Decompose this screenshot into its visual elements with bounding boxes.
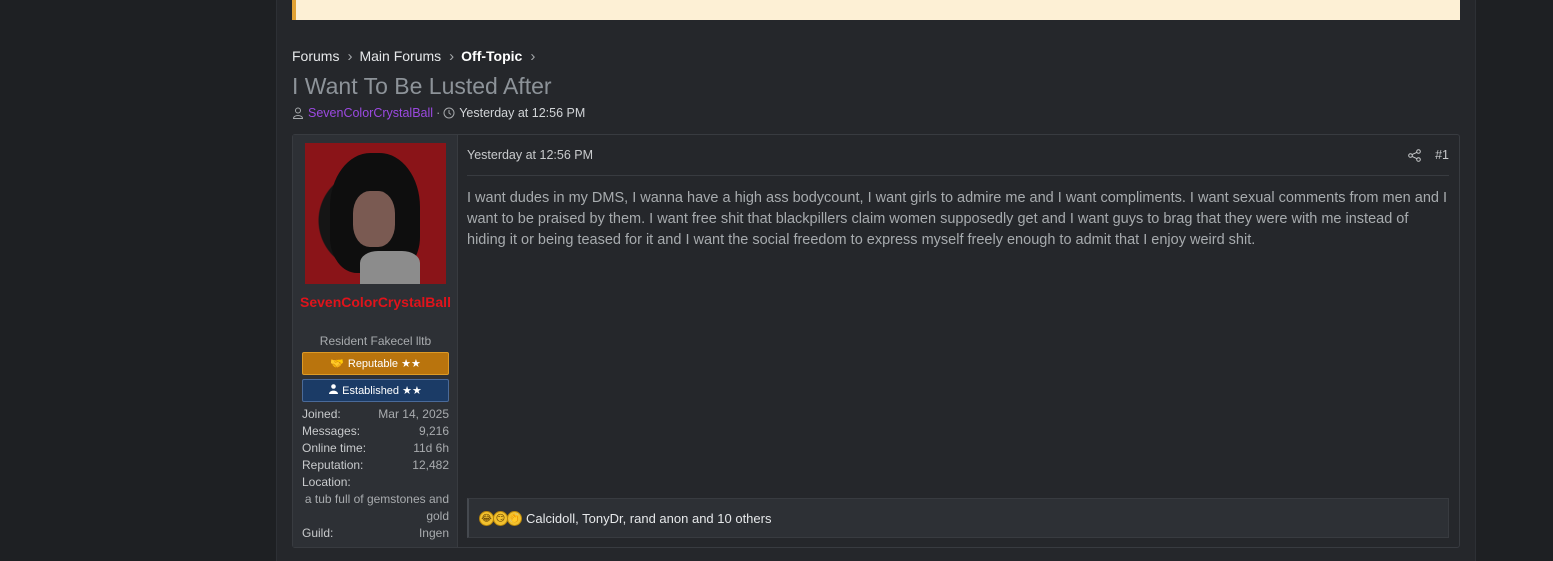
post-message-cell: Yesterday at 12:56 PM #1 I want dudes in…: [459, 135, 1459, 547]
post-user-cell: SevenColorCrystalBall Resident Fakecel l…: [293, 135, 458, 547]
stat-value: Mar 14, 2025: [378, 407, 449, 421]
breadcrumb-main-forums[interactable]: Main Forums: [359, 48, 441, 64]
thread-author-link[interactable]: SevenColorCrystalBall: [308, 106, 433, 120]
stat-joined: Joined: Mar 14, 2025: [302, 406, 449, 423]
stat-label: Messages:: [302, 424, 361, 438]
stat-online-time: Online time: 11d 6h: [302, 440, 449, 457]
stat-label: Reputation:: [302, 458, 364, 472]
post: SevenColorCrystalBall Resident Fakecel l…: [292, 134, 1460, 548]
avatar-face: [353, 191, 395, 247]
reputable-banner: 🤝 Reputable ★★: [302, 352, 449, 375]
page-title: I Want To Be Lusted After: [292, 73, 552, 99]
stat-value: Ingen: [418, 526, 449, 540]
user-title: Resident Fakecel lltb: [319, 334, 432, 348]
share-icon[interactable]: [1408, 148, 1421, 162]
stat-label: Guild:: [302, 526, 334, 540]
clock-icon: [443, 107, 455, 119]
breadcrumb-forums[interactable]: Forums: [292, 48, 339, 64]
breadcrumb: Forums › Main Forums › Off-Topic ›: [292, 47, 542, 65]
notice-banner: [292, 0, 1460, 20]
stat-guild: Guild: Ingen: [302, 525, 449, 542]
thread-date-link[interactable]: Yesterday at 12:56 PM: [459, 106, 585, 120]
reputable-banner-label: Reputable ★★: [347, 358, 421, 370]
post-date-link[interactable]: Yesterday at 12:56 PM: [467, 148, 1408, 162]
established-banner-label: Established ★★: [342, 385, 422, 397]
stat-location: Location: a tub full of gemstones and go…: [302, 474, 449, 525]
chevron-right-icon: ›: [449, 47, 455, 65]
established-banner: Established ★★: [302, 379, 449, 402]
user-icon: [292, 107, 304, 119]
stat-reputation: Reputation: 12,482: [302, 457, 449, 474]
stat-value: 12,482: [412, 458, 449, 472]
clapping-emoji-icon: 👏: [507, 510, 522, 526]
user-stats: Joined: Mar 14, 2025 Messages: 9,216 Onl…: [302, 406, 449, 542]
meta-separator: ·: [436, 106, 441, 120]
reactions-bar[interactable]: 😂 😏 👏 Calcidoll, TonyDr, rand anon and 1…: [467, 498, 1449, 538]
reaction-emojis: 😂 😏 👏: [479, 510, 522, 526]
reactions-list-link[interactable]: Calcidoll, TonyDr, rand anon and 10 othe…: [526, 511, 771, 526]
stat-label: Online time:: [302, 441, 367, 455]
chevron-right-icon: ›: [347, 47, 353, 65]
post-username[interactable]: SevenColorCrystalBall: [299, 292, 452, 312]
laughing-emoji-icon: 😂: [479, 510, 494, 526]
smirk-emoji-icon: 😏: [493, 510, 508, 526]
thread-meta: SevenColorCrystalBall · Yesterday at 12:…: [292, 106, 585, 120]
user-icon: [329, 384, 339, 397]
avatar-armor: [360, 251, 420, 284]
stat-value[interactable]: a tub full of gemstones and gold: [302, 491, 449, 525]
stat-value: 11d 6h: [413, 441, 449, 455]
avatar[interactable]: [305, 143, 446, 284]
post-body: I want dudes in my DMS, I wanna have a h…: [467, 190, 1448, 248]
stat-label: Joined:: [302, 407, 341, 421]
breadcrumb-off-topic[interactable]: Off-Topic: [461, 48, 522, 64]
stat-value[interactable]: 9,216: [419, 423, 449, 440]
post-number-link[interactable]: #1: [1435, 148, 1449, 162]
stat-location-label-row: Location:: [302, 474, 449, 491]
stat-messages: Messages: 9,216: [302, 423, 449, 440]
handshake-icon: 🤝: [330, 358, 344, 370]
post-header: Yesterday at 12:56 PM #1: [467, 135, 1449, 176]
chevron-right-icon: ›: [530, 47, 536, 65]
stat-label: Location:: [302, 475, 351, 489]
